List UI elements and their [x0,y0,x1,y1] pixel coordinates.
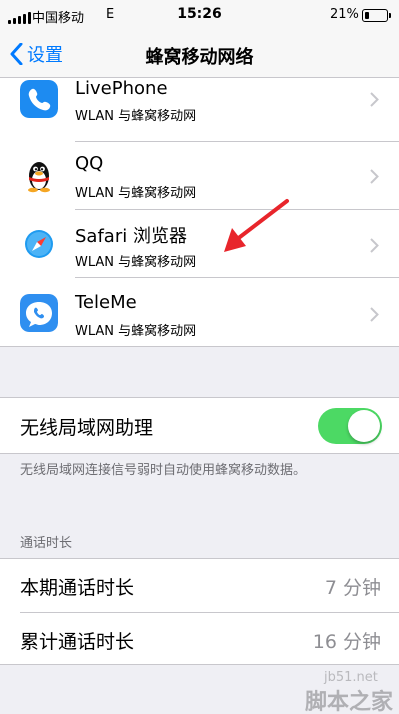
app-row-qq[interactable]: QQ WLAN 与蜂窝移动网 [0,142,399,210]
app-subtitle: WLAN 与蜂窝移动网 [75,109,197,124]
chevron-right-icon [370,238,379,253]
lifetime-row: 累计通话时长 16 分钟 [0,613,399,666]
watermark-text: 脚本之家 [305,690,394,714]
app-row-safari[interactable]: Safari 浏览器 WLAN 与蜂窝移动网 [0,210,399,278]
lifetime-value: 16 分钟 [312,631,381,653]
safari-compass-icon [20,225,58,263]
call-duration-header: 通话时长 [20,536,73,551]
app-name: Safari 浏览器 [75,226,187,247]
app-subtitle: WLAN 与蜂窝移动网 [75,255,197,270]
watermark-url: jb51.net [324,670,378,685]
battery-icon [362,9,391,22]
app-row-livephone[interactable]: LivePhone WLAN 与蜂窝移动网 [0,78,399,142]
call-duration-group: 本期通话时长 7 分钟 累计通话时长 16 分钟 [0,558,399,665]
wlan-assist-toggle[interactable] [318,408,382,444]
wlan-assist-label: 无线局域网助理 [20,417,154,439]
current-period-row: 本期通话时长 7 分钟 [0,559,399,612]
toggle-knob [348,410,380,442]
chevron-right-icon [370,92,379,107]
app-row-teleme[interactable]: TeleMe WLAN 与蜂窝移动网 [0,278,399,346]
page-title: 蜂窝移动网络 [145,47,254,68]
navigation-bar: 设置 蜂窝移动网络 [0,32,399,78]
app-name: QQ [75,153,104,174]
app-list: LivePhone WLAN 与蜂窝移动网 QQ WLAN 与蜂窝移动网 Saf… [0,78,399,347]
status-bar: 中国移动 E 15:26 21% [0,0,399,32]
app-name: TeleMe [75,292,137,313]
battery-percent: 21% [330,7,359,22]
wlan-assist-footnote: 无线局域网连接信号弱时自动使用蜂窝移动数据。 [20,463,307,478]
qq-penguin-icon [20,156,58,194]
current-period-value: 7 分钟 [324,577,381,599]
chevron-right-icon [370,307,379,322]
phone-icon [20,80,58,118]
chevron-right-icon [370,169,379,184]
app-subtitle: WLAN 与蜂窝移动网 [75,324,197,339]
app-subtitle: WLAN 与蜂窝移动网 [75,186,197,201]
wlan-assist-row: 无线局域网助理 [0,397,399,454]
current-period-label: 本期通话时长 [20,577,135,599]
teleme-chat-phone-icon [20,294,58,332]
lifetime-label: 累计通话时长 [20,631,135,653]
app-name: LivePhone [75,78,168,99]
